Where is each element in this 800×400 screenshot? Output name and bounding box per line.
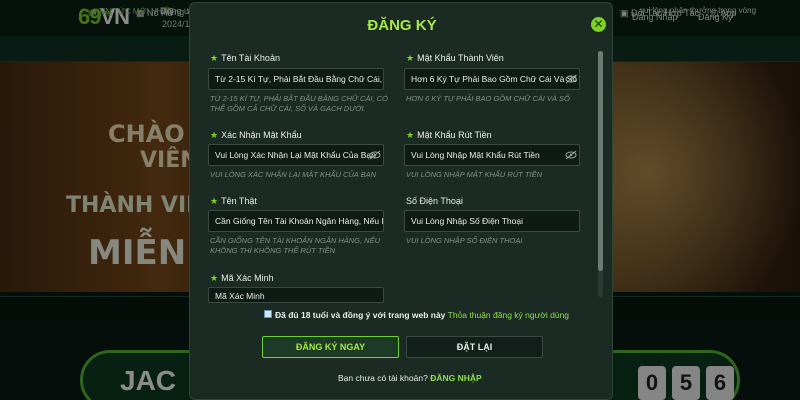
star-icon: ★ [406,130,415,140]
agree-checkbox[interactable] [264,310,272,318]
withdraw-password-label: ★ Mật Khẩu Rút Tiền [406,130,492,141]
close-icon[interactable]: ✕ [591,17,606,32]
agree-text-main: Đã đủ 18 tuổi và đồng ý với trang web nà… [275,310,446,320]
password-label: ★ Mật Khẩu Thành Viên [406,53,504,64]
phone-label: Số Điện Thoại [406,196,463,206]
confirm-password-label: ★ Xác Nhận Mật Khẩu [210,130,302,141]
real-name-label-text: Tên Thật [221,196,257,206]
register-modal: ĐĂNG KÝ ✕ ★ Tên Tài Khoản Từ 2-15 Kí Tự, … [189,2,613,400]
login-link-footer[interactable]: ĐĂNG NHẬP [430,373,481,383]
username-input[interactable]: Từ 2-15 Kí Tự, Phải Bắt Đầu Bằng Chữ Cái… [208,68,384,90]
scrollbar-thumb[interactable] [598,51,603,271]
password-hint: HƠN 6 KÝ TỰ PHẢI BAO GỒM CHỮ CÁI VÀ SỐ [406,94,570,103]
footer-question: Bạn chưa có tài khoản? ĐĂNG NHẬP [338,373,482,383]
confirm-password-input[interactable]: Vui Lòng Xác Nhận Lại Mật Khẩu Của Bạn [208,144,384,166]
real-name-input[interactable]: Cần Giống Tên Tài Khoản Ngân Hàng, Nếu K… [208,210,384,232]
star-icon: ★ [406,53,415,63]
modal-title: ĐĂNG KÝ [367,17,437,34]
star-icon: ★ [210,130,219,140]
password-label-text: Mật Khẩu Thành Viên [417,53,504,63]
withdraw-password-hint: VUI LÒNG NHẬP MẬT KHẨU RÚT TIỀN [406,170,542,179]
star-icon: ★ [210,196,219,206]
terms-link[interactable]: Thỏa thuận đăng ký người dùng [448,310,569,320]
withdraw-password-input[interactable]: Vui Lòng Nhập Mật Khẩu Rút Tiền [404,144,580,166]
confirm-password-label-text: Xác Nhận Mật Khẩu [221,130,302,140]
username-label: ★ Tên Tài Khoản [210,53,280,64]
footer-question-text: Bạn chưa có tài khoản? [338,373,428,383]
star-icon: ★ [210,53,219,63]
register-now-button[interactable]: ĐĂNG KÝ NGAY [262,336,399,358]
real-name-hint: CẦN GIỐNG TÊN TÀI KHOẢN NGÂN HÀNG, NẾU K… [210,236,381,255]
username-label-text: Tên Tài Khoản [221,53,280,63]
real-name-label: ★ Tên Thật [210,196,257,207]
confirm-password-hint: VUI LÒNG XÁC NHẬN LẠI MẬT KHẨU CỦA BẠN [210,170,377,179]
phone-input[interactable]: Vui Lòng Nhập Số Điện Thoại [404,210,580,232]
captcha-input[interactable]: Mã Xác Minh [208,287,384,303]
agree-text: Đã đủ 18 tuổi và đồng ý với trang web nà… [275,310,569,320]
phone-hint: VUI LÒNG NHẬP SỐ ĐIỆN THOẠI [406,236,523,245]
star-icon: ★ [210,273,219,283]
username-hint: TỪ 2-15 KÍ TỰ, PHẢI BẮT ĐẦU BẰNG CHỮ CÁI… [210,94,388,113]
eye-off-icon[interactable] [565,74,577,84]
withdraw-password-label-text: Mật Khẩu Rút Tiền [417,130,492,140]
captcha-label-text: Mã Xác Minh [221,273,274,283]
password-input[interactable]: Hơn 6 Ký Tự Phải Bao Gồm Chữ Cái Và Số [404,68,580,90]
eye-off-icon[interactable] [369,150,381,160]
captcha-label: ★ Mã Xác Minh [210,273,274,284]
reset-button[interactable]: ĐẶT LẠI [406,336,543,358]
eye-off-icon[interactable] [565,150,577,160]
